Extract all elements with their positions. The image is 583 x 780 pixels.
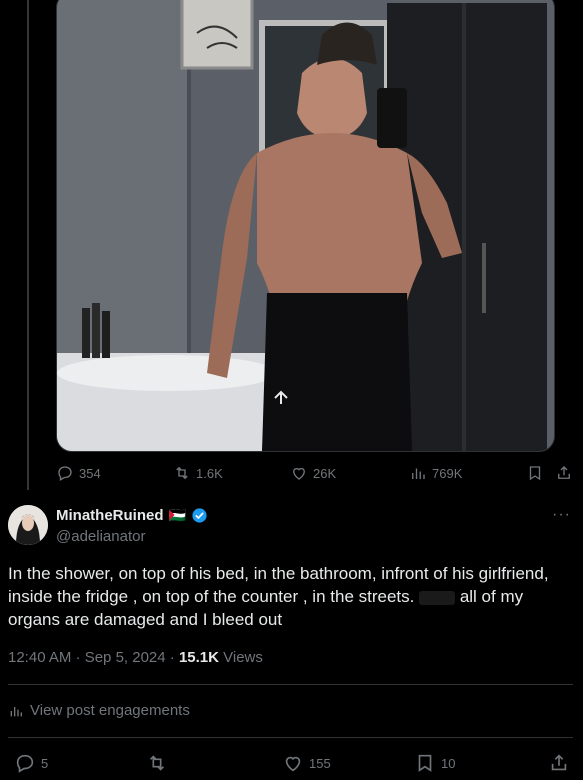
bookmark-button[interactable]: [526, 464, 544, 482]
view-count-total: 15.1K: [178, 649, 219, 666]
emoji-blur: [419, 590, 456, 605]
repost-button[interactable]: [146, 752, 168, 774]
display-name[interactable]: MinatheRuined: [56, 507, 164, 524]
tweet-media-image[interactable]: [56, 0, 555, 452]
reply-icon: [58, 466, 72, 481]
like-button[interactable]: 155: [282, 752, 331, 774]
thread-line: [27, 0, 29, 490]
heart-icon: [293, 467, 305, 480]
handle[interactable]: @adelianator: [56, 528, 145, 545]
repost-icon: [149, 755, 165, 771]
share-icon: [551, 754, 567, 771]
heart-icon: [285, 756, 301, 772]
divider: [8, 737, 573, 738]
reply-button[interactable]: 354: [56, 464, 101, 482]
like-count: 26K: [313, 465, 337, 481]
like-button[interactable]: 26K: [290, 464, 336, 482]
engagements-label: View post engagements: [30, 702, 190, 719]
tweet-text: In the shower, on top of his bed, in the…: [8, 562, 578, 631]
view-count: 769K: [432, 465, 463, 481]
bookmark-icon: [418, 754, 432, 772]
bar-chart-icon: [412, 468, 425, 479]
reply-count: 354: [79, 465, 101, 481]
reply-button[interactable]: 5: [14, 752, 48, 774]
views-button[interactable]: 769K: [409, 464, 462, 482]
reply-count: 5: [41, 755, 49, 771]
repost-button[interactable]: 1.6K: [173, 464, 223, 482]
verified-badge-icon: [192, 508, 207, 523]
bookmark-icon: [529, 466, 541, 481]
mirror-selfie-illustration: [57, 0, 554, 451]
views-label: Views: [218, 649, 263, 666]
bar-chart-icon: [10, 706, 22, 716]
avatar[interactable]: [8, 505, 48, 545]
flag-emoji: 🇵🇸: [168, 507, 186, 523]
share-button[interactable]: [555, 464, 573, 482]
tweet-meta: 12:40 AM · Sep 5, 2024 · 15.1K Views: [8, 649, 263, 666]
repost-icon: [176, 466, 188, 480]
timestamp[interactable]: 12:40 AM · Sep 5, 2024 ·: [8, 649, 179, 666]
reply-icon: [16, 754, 34, 773]
bookmark-button[interactable]: 10: [414, 752, 455, 774]
share-button[interactable]: [548, 752, 570, 774]
share-icon: [558, 466, 570, 479]
repost-count: 1.6K: [196, 465, 223, 481]
divider: [8, 684, 573, 685]
view-engagements-link[interactable]: View post engagements: [8, 702, 190, 719]
bookmark-count: 10: [441, 755, 456, 771]
like-count: 155: [309, 755, 331, 771]
more-options-icon[interactable]: ···: [552, 506, 571, 524]
avatar-illustration: [8, 505, 48, 545]
